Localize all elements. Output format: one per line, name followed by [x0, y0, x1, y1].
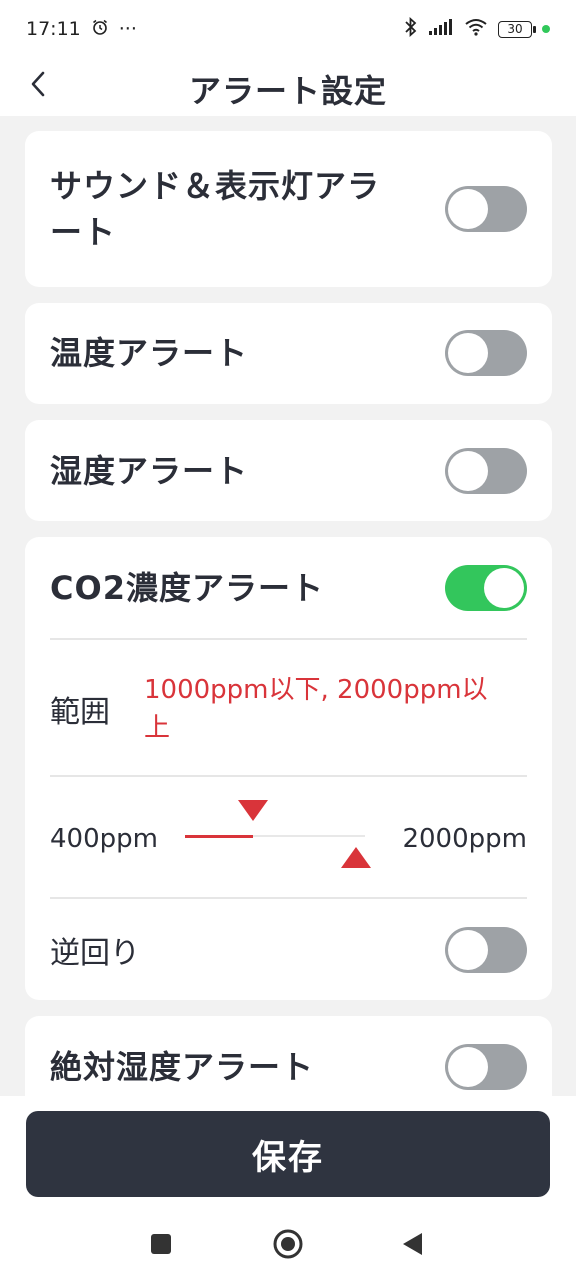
toggle-knob: [448, 451, 488, 491]
co2-range-row[interactable]: 範囲 1000ppm以下, 2000ppm以 上: [50, 669, 527, 749]
co2-range-value-line1: 1000ppm以下, 2000ppm以: [144, 675, 488, 705]
absolute-humidity-alert-label: 絶対湿度アラート: [50, 1048, 315, 1086]
status-right: 30: [404, 16, 550, 42]
temperature-alert-row: 温度アラート: [50, 330, 527, 376]
co2-threshold-slider[interactable]: [185, 799, 375, 879]
absolute-humidity-alert-toggle[interactable]: [445, 1044, 527, 1090]
temperature-alert-label: 温度アラート: [50, 334, 249, 372]
temperature-alert-card: 温度アラート: [25, 303, 552, 404]
status-more: ···: [118, 18, 137, 40]
lower-threshold-handle[interactable]: [237, 799, 269, 823]
toggle-knob: [448, 1047, 488, 1087]
humidity-alert-label: 湿度アラート: [50, 452, 249, 490]
divider: [50, 897, 527, 899]
status-time: 17:11: [26, 18, 81, 40]
sound-light-alert-card: サウンド＆表示灯アラ ート: [25, 131, 552, 287]
cell-signal-icon: [428, 18, 454, 41]
co2-range-label: 範囲: [50, 695, 110, 730]
sound-light-alert-toggle[interactable]: [445, 186, 527, 232]
co2-alert-label: CO2濃度アラート: [50, 569, 324, 607]
sound-light-alert-label-line2: ート: [50, 213, 117, 251]
triangle-back-icon: [403, 1233, 422, 1255]
triangle-down-icon: [237, 800, 268, 821]
upper-threshold-handle[interactable]: [340, 845, 372, 869]
slider-min-label: 400ppm: [50, 824, 158, 854]
sound-light-alert-row: サウンド＆表示灯アラ ート: [50, 161, 527, 257]
divider: [50, 775, 527, 777]
home-button[interactable]: [271, 1227, 305, 1261]
back-nav-button[interactable]: [398, 1229, 428, 1259]
battery-level: 30: [507, 22, 523, 36]
slider-max-label: 2000ppm: [402, 824, 527, 854]
co2-range-value: 1000ppm以下, 2000ppm以 上: [144, 671, 488, 747]
bluetooth-icon: [404, 16, 418, 42]
toggle-knob: [448, 189, 488, 229]
absolute-humidity-alert-row: 絶対湿度アラート: [50, 1044, 527, 1090]
alarm-clock-icon: [91, 18, 109, 41]
co2-range-value-line2: 上: [144, 713, 171, 743]
status-bar: 17:11 ··· 30: [0, 0, 576, 58]
recent-apps-button[interactable]: [146, 1229, 176, 1259]
wifi-icon: [464, 18, 488, 41]
slider-fill-lower: [185, 835, 253, 838]
toggle-knob: [484, 568, 524, 608]
system-nav-bar: [0, 1205, 576, 1280]
reverse-row: 逆回り: [50, 927, 527, 973]
square-icon: [151, 1234, 171, 1254]
header: アラート設定: [0, 58, 576, 116]
co2-alert-toggle[interactable]: [445, 565, 527, 611]
co2-alert-row: CO2濃度アラート: [50, 565, 527, 611]
sound-light-alert-label: サウンド＆表示灯アラ ート: [50, 163, 380, 255]
battery-icon: 30: [498, 20, 536, 38]
reverse-label: 逆回り: [50, 936, 140, 971]
toggle-knob: [448, 930, 488, 970]
status-left: 17:11 ···: [26, 18, 137, 41]
humidity-alert-card: 湿度アラート: [25, 420, 552, 521]
save-button[interactable]: 保存: [26, 1111, 550, 1197]
page-title: アラート設定: [188, 72, 387, 110]
divider: [50, 638, 527, 640]
reverse-toggle[interactable]: [445, 927, 527, 973]
humidity-alert-toggle[interactable]: [445, 448, 527, 494]
triangle-up-icon: [341, 847, 372, 868]
temperature-alert-toggle[interactable]: [445, 330, 527, 376]
sound-light-alert-label-line1: サウンド＆表示灯アラ: [50, 167, 381, 205]
circle-icon: [273, 1229, 303, 1259]
status-dot-icon: [542, 25, 550, 33]
co2-slider-row: 400ppm 2000ppm: [50, 799, 527, 879]
co2-alert-card: CO2濃度アラート 範囲 1000ppm以下, 2000ppm以 上 400pp…: [25, 537, 552, 1000]
toggle-knob: [448, 333, 488, 373]
humidity-alert-row: 湿度アラート: [50, 448, 527, 494]
